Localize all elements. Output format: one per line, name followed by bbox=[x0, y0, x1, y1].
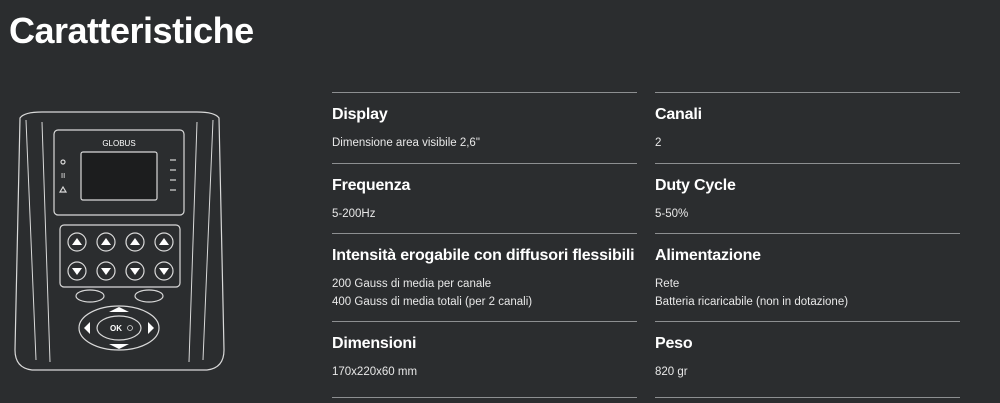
specs-row: Frequenza 5-200Hz Duty Cycle 5-50% bbox=[332, 163, 960, 233]
spec-value: Dimensione area visibile 2,6" bbox=[332, 137, 480, 149]
spec-value: 200 Gauss di media per canale bbox=[332, 278, 492, 290]
specs-row: Intensità erogabile con diffusori flessi… bbox=[332, 233, 960, 321]
spec-value: 170x220x60 mm bbox=[332, 366, 418, 378]
specs-row: Dimensioni 170x220x60 mm Peso 820 gr bbox=[332, 321, 960, 397]
spec-peso: Peso 820 gr bbox=[655, 321, 960, 397]
spec-canali: Canali 2 bbox=[655, 92, 960, 163]
keypad-up-buttons bbox=[67, 232, 174, 252]
spec-intensita: Intensità erogabile con diffusori flessi… bbox=[332, 233, 637, 321]
spec-label: Peso bbox=[655, 335, 693, 352]
spec-value: 5-50% bbox=[655, 208, 689, 220]
keypad-down-buttons bbox=[67, 261, 174, 281]
specs-grid: Display Dimensione area visibile 2,6" Ca… bbox=[332, 92, 960, 398]
spec-label: Duty Cycle bbox=[655, 177, 736, 194]
spec-value: 5-200Hz bbox=[332, 208, 376, 220]
spec-label: Frequenza bbox=[332, 177, 411, 194]
spec-alimentazione: Alimentazione Rete Batteria ricaricabile… bbox=[655, 233, 960, 321]
spec-value: 2 bbox=[655, 137, 662, 149]
spec-label: Intensità erogabile con diffusori flessi… bbox=[332, 247, 635, 264]
spec-label: Canali bbox=[655, 106, 702, 123]
specs-row: Display Dimensione area visibile 2,6" Ca… bbox=[332, 92, 960, 163]
spec-duty-cycle: Duty Cycle 5-50% bbox=[655, 163, 960, 233]
spec-label: Display bbox=[332, 106, 388, 123]
specs-bottom-divider bbox=[332, 397, 960, 398]
svg-text:II: II bbox=[61, 172, 65, 180]
spec-label: Alimentazione bbox=[655, 247, 761, 264]
spec-value: 820 gr bbox=[655, 366, 688, 378]
spec-label: Dimensioni bbox=[332, 335, 417, 352]
spec-value: Rete bbox=[655, 278, 680, 290]
device-brand: GLOBUS bbox=[102, 139, 135, 148]
spec-value: Batteria ricaricabile (non in dotazione) bbox=[655, 296, 849, 308]
spec-frequenza: Frequenza 5-200Hz bbox=[332, 163, 637, 233]
spec-dimensioni: Dimensioni 170x220x60 mm bbox=[332, 321, 637, 397]
page-title: Caratteristiche bbox=[9, 10, 254, 51]
spec-display: Display Dimensione area visibile 2,6" bbox=[332, 92, 637, 163]
device-ok-label: OK bbox=[110, 324, 122, 333]
spec-value: 400 Gauss di media totali (per 2 canali) bbox=[332, 296, 533, 308]
globus-device-illustration: GLOBUS II OK bbox=[14, 111, 225, 371]
